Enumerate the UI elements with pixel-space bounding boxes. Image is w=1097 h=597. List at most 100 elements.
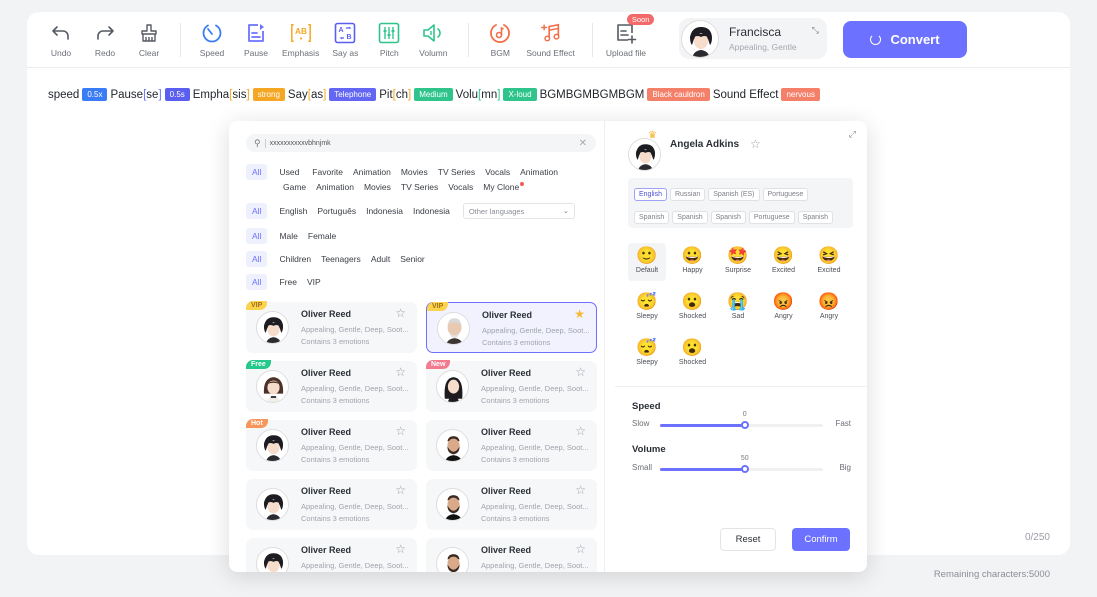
ssml-tag[interactable]: 0.5x [82, 88, 108, 101]
age-all[interactable]: All [246, 251, 268, 267]
favorite-star-icon[interactable]: ☆ [395, 365, 406, 379]
gender-all[interactable]: All [246, 228, 268, 244]
language-chip[interactable]: Spanish (ES) [708, 188, 760, 201]
emotion-option[interactable]: 😆 Excited [765, 243, 803, 281]
voice-card[interactable]: Oliver Reed Appealing, Gentle, Deep, Soot… [426, 538, 597, 572]
bgm-button[interactable]: BGM [481, 22, 519, 58]
gender-item[interactable]: Male [279, 231, 297, 241]
language-item[interactable]: Português [317, 206, 356, 216]
voice-card[interactable]: VIP Oliver Reed Appealing, Gentle, Deep, S… [246, 301, 417, 353]
voice-card[interactable]: New Oliver Reed Appealing, Gentle, Deep, S… [426, 360, 597, 412]
language-all[interactable]: All [246, 203, 268, 219]
language-chip[interactable]: English [634, 188, 667, 201]
category-item[interactable]: Favorite [312, 167, 343, 177]
ssml-marked-text[interactable]: [sis] [229, 89, 249, 101]
favorite-star-icon[interactable]: ☆ [395, 306, 406, 320]
favorite-star-icon[interactable]: ☆ [575, 424, 586, 438]
category-item[interactable]: Used [279, 167, 299, 177]
price-item[interactable]: VIP [307, 277, 321, 287]
language-item[interactable]: English [279, 206, 307, 216]
ssml-marked-text[interactable]: [ch] [393, 89, 412, 101]
favorite-star-icon[interactable]: ☆ [750, 137, 761, 151]
pause-button[interactable]: Pause [237, 22, 275, 58]
volume-button[interactable]: Volumn [414, 22, 452, 58]
emotion-option[interactable]: 😆 Excited [810, 243, 848, 281]
ssml-tag[interactable]: strong [252, 88, 285, 101]
age-item[interactable]: Adult [371, 254, 390, 264]
language-chip[interactable]: Portuguese [748, 211, 795, 224]
emotion-option[interactable]: 😭 Sad [719, 289, 757, 327]
emotion-option[interactable]: 😴 Sleepy [628, 335, 666, 373]
category-item[interactable]: Vocals [448, 182, 473, 192]
sound-effect-button[interactable]: Sound Effect [525, 22, 576, 58]
age-item[interactable]: Teenagers [321, 254, 361, 264]
ssml-tag[interactable]: Medium [414, 88, 453, 101]
ssml-tag[interactable]: X-loud [503, 88, 537, 101]
emotion-option[interactable]: 😡 Angry [765, 289, 803, 327]
other-languages-select[interactable]: Other languages ⌄ [462, 203, 575, 219]
category-item[interactable]: Animation [353, 167, 391, 177]
volume-slider[interactable]: Small 50 Big [632, 455, 851, 477]
language-chip[interactable]: Spanish [672, 211, 708, 224]
category-item[interactable]: TV Series [438, 167, 475, 177]
search-input[interactable]: ⚲ xxxxxxxxxxvbhnjmk ✕ [246, 134, 596, 152]
price-all[interactable]: All [246, 274, 268, 290]
clear-button[interactable]: Clear [130, 22, 168, 58]
say-as-button[interactable]: AB Say as [326, 22, 364, 58]
voice-card[interactable]: Oliver Reed Appealing, Gentle, Deep, Soot… [246, 479, 417, 530]
emotion-option[interactable]: 😴 Sleepy [628, 289, 666, 327]
language-chip[interactable]: Russian [669, 188, 706, 201]
expand-icon[interactable]: ⤡ [812, 25, 819, 36]
language-item[interactable]: Indonesia [366, 206, 403, 216]
ssml-tag[interactable]: 0.5s [164, 88, 190, 101]
current-voice-selector[interactable]: Francisca Appealing, Gentle ⤡ [679, 18, 827, 59]
speed-slider[interactable]: Slow 0 Fast [632, 411, 851, 433]
favorite-star-icon[interactable]: ☆ [575, 483, 586, 497]
voice-card[interactable]: Oliver Reed Appealing, Gentle, Deep, Soot… [426, 479, 597, 530]
language-chip[interactable]: Spanish [634, 211, 670, 224]
emotion-option[interactable]: 😡 Angry [810, 289, 848, 327]
redo-button[interactable]: Redo [86, 22, 124, 58]
language-chip[interactable]: Spanish [797, 211, 833, 224]
pitch-button[interactable]: Pitch [370, 22, 408, 58]
favorite-star-icon[interactable]: ☆ [395, 424, 406, 438]
ssml-marked-text[interactable]: [se] [143, 89, 162, 101]
voice-card[interactable]: Free Oliver Reed Appealing, Gentle, Deep, … [246, 360, 417, 412]
price-item[interactable]: Free [279, 277, 296, 287]
age-item[interactable]: Senior [400, 254, 425, 264]
upload-file-button[interactable]: Soon Upload file [605, 13, 655, 58]
emotion-option[interactable]: 😮 Shocked [674, 335, 712, 373]
speed-slider-handle[interactable] [740, 421, 749, 429]
clear-search-icon[interactable]: ✕ [579, 138, 587, 149]
speed-button[interactable]: Speed [193, 22, 231, 58]
favorite-star-icon[interactable]: ☆ [395, 542, 406, 556]
category-all[interactable]: All [246, 164, 268, 180]
emotion-option[interactable]: 😮 Shocked [674, 289, 712, 327]
voice-card[interactable]: Oliver Reed Appealing, Gentle, Deep, Soot… [426, 420, 597, 471]
favorite-star-icon[interactable]: ☆ [575, 542, 586, 556]
emotion-option[interactable]: 🙂 Default [628, 243, 666, 281]
emotion-option[interactable]: 😀 Happy [674, 243, 712, 281]
collapse-icon[interactable]: ⤢ [849, 129, 856, 140]
convert-button[interactable]: Convert [843, 21, 967, 58]
emphasis-button[interactable]: AB Emphasis [281, 22, 320, 58]
category-item[interactable]: Vocals [485, 167, 510, 177]
age-item[interactable]: Children [279, 254, 311, 264]
gender-item[interactable]: Female [308, 231, 336, 241]
voice-card[interactable]: Hot Oliver Reed Appealing, Gentle, Deep, S… [246, 419, 417, 471]
confirm-button[interactable]: Confirm [792, 528, 850, 551]
language-item[interactable]: Indonesia [413, 206, 450, 216]
undo-button[interactable]: Undo [42, 22, 80, 58]
ssml-tag[interactable]: nervous [781, 88, 820, 101]
favorite-star-icon[interactable]: ☆ [395, 483, 406, 497]
favorite-star-icon[interactable]: ★ [574, 307, 585, 321]
ssml-text-line[interactable]: speed 0.5x Pause [se] 0.5s Empha [sis] strong Sa… [48, 88, 823, 101]
ssml-tag[interactable]: Black cauldron [647, 88, 710, 101]
language-chip[interactable]: Portuguese [762, 188, 809, 201]
ssml-marked-text[interactable]: [as] [308, 89, 327, 101]
category-item-my-clone[interactable]: My Clone [483, 182, 525, 192]
ssml-tag[interactable]: Telephone [329, 88, 377, 101]
reset-button[interactable]: Reset [720, 528, 776, 551]
favorite-star-icon[interactable]: ☆ [575, 365, 586, 379]
emotion-option[interactable]: 🤩 Surprise [719, 243, 757, 281]
